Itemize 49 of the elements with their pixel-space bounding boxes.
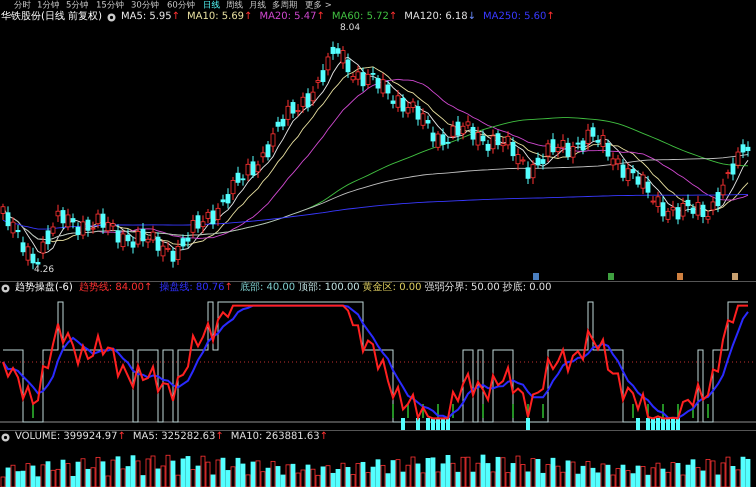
event-marker-icon[interactable] [732, 273, 738, 280]
period-tab[interactable]: 15分钟 [96, 0, 124, 10]
period-tab[interactable]: 更多 > [304, 0, 332, 10]
settings-icon[interactable] [1, 284, 10, 292]
indicator-value: 顶部: 100.00 [298, 282, 360, 294]
indicator-value: 抄底: 0.00 [502, 282, 552, 294]
trend-arrow: ↑ [388, 11, 398, 23]
chart-title: 华铁股份(日线 前复权) [1, 11, 102, 23]
indicator-value: MA120: 6.18 [404, 11, 468, 23]
indicator-value: 趋势线: 84.00 [78, 282, 144, 294]
period-tab[interactable]: 月线 [248, 0, 266, 10]
indicator-value: MA10: 5.69 [187, 11, 244, 23]
indicator-value: MA5: 5.95 [120, 11, 172, 23]
trend-arrow: ↑ [546, 11, 555, 23]
indicator-value: VOLUME: 399924.97 [15, 431, 118, 443]
period-tab[interactable]: 多周期 [272, 0, 298, 10]
trend-arrow: ↑ [215, 431, 224, 443]
event-marker-icon[interactable] [677, 273, 683, 280]
indicator-value: MA60: 5.72 [332, 11, 389, 23]
period-tab[interactable]: 周线 [226, 0, 243, 10]
trend-arrow: ↑ [144, 282, 152, 294]
trend-arrow: ↓ [468, 11, 476, 23]
trend-arrow: ↑ [316, 11, 325, 23]
event-marker-icon[interactable] [608, 273, 614, 280]
event-marker-icon[interactable] [533, 273, 539, 280]
indicator-value: MA20: 5.47 [259, 11, 316, 23]
period-tab[interactable]: 5分钟 [66, 0, 89, 10]
indicator-value: MA5: 325282.63 [132, 431, 216, 443]
period-tab[interactable]: 30分钟 [131, 0, 160, 10]
indicator-value: MA250: 5.60 [483, 11, 546, 23]
period-tab[interactable]: 1分钟 [37, 0, 60, 10]
indicator-value: 黄金区: 0.00 [362, 282, 422, 294]
trend-arrow: ↑ [172, 11, 180, 23]
trend-arrow: ↑ [320, 431, 328, 443]
period-tab[interactable]: 日线 [202, 0, 220, 10]
indicator-value: 操盘线: 80.76 [159, 282, 225, 294]
indicator-value: 底部: 40.00 [240, 282, 296, 294]
trend-arrow: ↑ [118, 431, 126, 443]
indicator-value: 强弱分界: 50.00 [424, 282, 500, 294]
trend-arrow: ↑ [224, 282, 233, 294]
low-price-label: 4.26 [34, 265, 54, 275]
trend-arrow: ↑ [244, 11, 252, 23]
settings-icon[interactable] [1, 432, 10, 442]
period-tab[interactable]: 60分钟 [167, 0, 196, 10]
settings-icon[interactable] [106, 12, 116, 22]
high-price-label: 8.04 [340, 23, 360, 33]
period-tab[interactable]: 分时 [14, 0, 31, 10]
indicator-value: MA10: 263881.63 [230, 431, 320, 443]
indicator-name: 趋势操盘(-6) [15, 282, 73, 294]
